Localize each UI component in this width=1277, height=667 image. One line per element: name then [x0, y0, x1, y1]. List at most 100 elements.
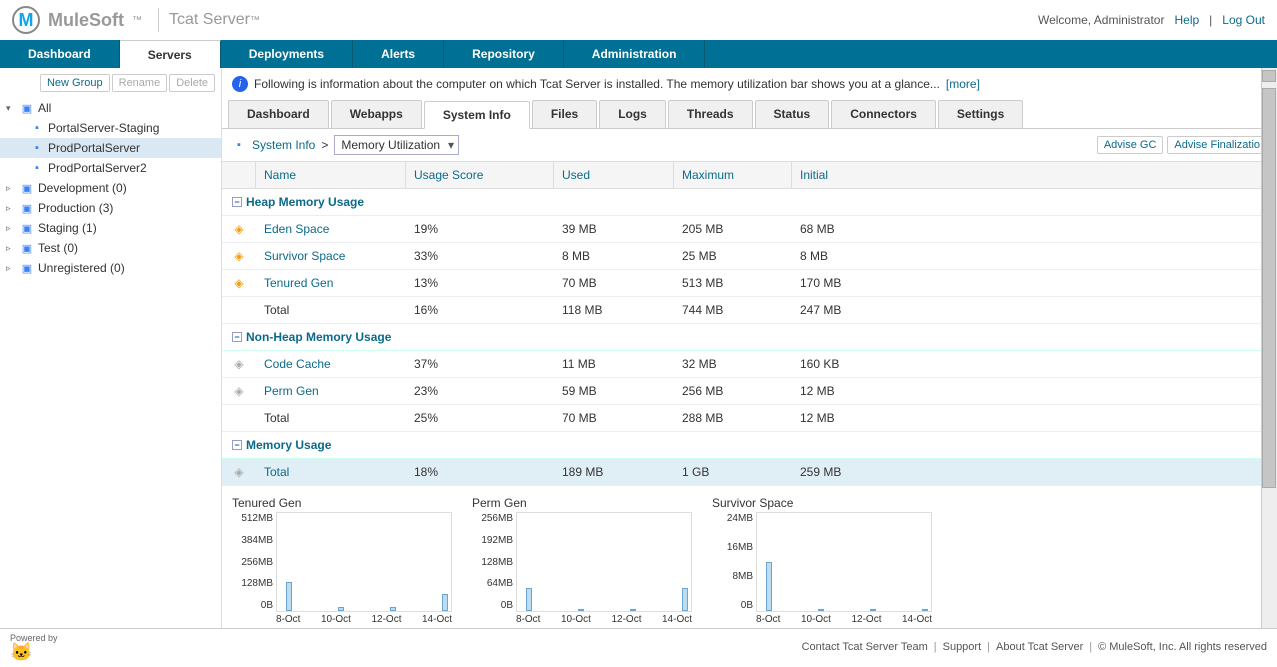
scrollbar[interactable]	[1261, 68, 1277, 628]
used-value: 39 MB	[554, 220, 674, 238]
subtab-threads[interactable]: Threads	[668, 100, 753, 128]
nav-administration[interactable]: Administration	[564, 40, 706, 68]
help-link[interactable]: Help	[1174, 13, 1199, 27]
subtab-settings[interactable]: Settings	[938, 100, 1023, 128]
more-link[interactable]: [more]	[946, 77, 980, 91]
expand-icon[interactable]: ▹	[6, 203, 16, 214]
group-icon: ▣	[20, 261, 34, 275]
delete-button[interactable]: Delete	[169, 74, 215, 92]
chart-bar	[286, 582, 292, 611]
used-value: 118 MB	[554, 301, 674, 319]
usage-value: 25%	[406, 409, 554, 427]
expand-icon[interactable]: ▹	[6, 243, 16, 254]
tree-group[interactable]: ▾▣All	[0, 98, 221, 118]
table-row: ◈ Eden Space 19% 39 MB 205 MB 68 MB	[222, 216, 1277, 243]
subtab-webapps[interactable]: Webapps	[331, 100, 422, 128]
section-header[interactable]: −Memory Usage	[222, 432, 1277, 459]
col-usage[interactable]: Usage Score	[406, 162, 554, 188]
collapse-icon[interactable]: −	[232, 332, 242, 342]
pool-name[interactable]: Tenured Gen	[256, 274, 406, 292]
section-header[interactable]: −Non-Heap Memory Usage	[222, 324, 1277, 351]
sysinfo-link[interactable]: System Info	[252, 138, 315, 152]
collapse-icon[interactable]: −	[232, 440, 242, 450]
y-axis-labels: 256MB192MB128MB64MB0B	[473, 513, 513, 611]
group-label: Production (3)	[38, 201, 113, 215]
tree-server[interactable]: ▪ProdPortalServer2	[0, 158, 221, 178]
init-value: 8 MB	[792, 247, 1277, 265]
nav-alerts[interactable]: Alerts	[353, 40, 444, 68]
subtab-connectors[interactable]: Connectors	[831, 100, 936, 128]
pool-name[interactable]: Total	[256, 463, 406, 481]
contact-link[interactable]: Contact Tcat Server Team	[802, 641, 928, 653]
y-axis-labels: 24MB16MB8MB0B	[713, 513, 753, 611]
memory-pool-icon: ◈	[234, 249, 243, 263]
nav-servers[interactable]: Servers	[120, 40, 221, 68]
logo: M MuleSoft ™ Tcat Server™	[12, 6, 260, 34]
max-value: 288 MB	[674, 409, 792, 427]
server-icon: ▪	[30, 121, 44, 135]
powered-by: Powered by 🐱	[10, 633, 58, 661]
subtab-system-info[interactable]: System Info	[424, 101, 530, 129]
pool-name[interactable]: Eden Space	[256, 220, 406, 238]
section-title: Memory Usage	[246, 438, 331, 452]
expand-icon[interactable]: ▹	[6, 183, 16, 194]
tree-group[interactable]: ▹▣Test (0)	[0, 238, 221, 258]
support-link[interactable]: Support	[943, 641, 982, 653]
chart-area: 256MB192MB128MB64MB0B	[516, 512, 692, 612]
subtab-status[interactable]: Status	[755, 100, 830, 128]
section-header[interactable]: −Heap Memory Usage	[222, 189, 1277, 216]
subtab-dashboard[interactable]: Dashboard	[228, 100, 329, 128]
pool-name[interactable]: Survivor Space	[256, 247, 406, 265]
subtab-logs[interactable]: Logs	[599, 100, 666, 128]
chart-bar	[390, 607, 396, 611]
pool-name[interactable]: Perm Gen	[256, 382, 406, 400]
col-init[interactable]: Initial	[792, 162, 1277, 188]
col-max[interactable]: Maximum	[674, 162, 792, 188]
breadcrumb-sep: >	[321, 138, 328, 152]
subtab-files[interactable]: Files	[532, 100, 597, 128]
expand-icon[interactable]: ▾	[6, 103, 16, 114]
pool-name[interactable]: Code Cache	[256, 355, 406, 373]
chart: Perm Gen 256MB192MB128MB64MB0B 8-Oct10-O…	[472, 496, 692, 625]
nav-dashboard[interactable]: Dashboard	[0, 40, 120, 68]
max-value: 205 MB	[674, 220, 792, 238]
logout-link[interactable]: Log Out	[1222, 13, 1265, 27]
advise-finalization-button[interactable]: Advise Finalizatio	[1167, 136, 1267, 154]
scroll-up-icon[interactable]	[1262, 70, 1276, 82]
nav-repository[interactable]: Repository	[444, 40, 564, 68]
tree-server[interactable]: ▪PortalServer-Staging	[0, 118, 221, 138]
tree-group[interactable]: ▹▣Staging (1)	[0, 218, 221, 238]
nav-deployments[interactable]: Deployments	[221, 40, 353, 68]
about-link[interactable]: About Tcat Server	[996, 641, 1083, 653]
info-bar: i Following is information about the com…	[222, 68, 1277, 100]
mulesoft-logo-icon: M	[12, 6, 40, 34]
tree-group[interactable]: ▹▣Unregistered (0)	[0, 258, 221, 278]
group-icon: ▣	[20, 181, 34, 195]
info-text: Following is information about the compu…	[254, 77, 940, 91]
new-group-button[interactable]: New Group	[40, 74, 110, 92]
memory-pool-icon: ◈	[234, 276, 243, 290]
init-value: 160 KB	[792, 355, 1277, 373]
chart-bar	[526, 588, 532, 611]
tree-server[interactable]: ▪ProdPortalServer	[0, 138, 221, 158]
chart-title: Survivor Space	[712, 496, 932, 510]
init-value: 259 MB	[792, 463, 1277, 481]
expand-icon[interactable]: ▹	[6, 223, 16, 234]
col-used[interactable]: Used	[554, 162, 674, 188]
expand-icon[interactable]: ▹	[6, 263, 16, 274]
section-title: Heap Memory Usage	[246, 195, 364, 209]
max-value: 25 MB	[674, 247, 792, 265]
col-name[interactable]: Name	[256, 162, 406, 188]
memory-select[interactable]: Memory Utilization	[334, 135, 459, 155]
max-value: 744 MB	[674, 301, 792, 319]
collapse-icon[interactable]: −	[232, 197, 242, 207]
group-label: Staging (1)	[38, 221, 97, 235]
tree-group[interactable]: ▹▣Production (3)	[0, 198, 221, 218]
tree-group[interactable]: ▹▣Development (0)	[0, 178, 221, 198]
usage-value: 13%	[406, 274, 554, 292]
scroll-thumb[interactable]	[1262, 88, 1276, 488]
usage-value: 16%	[406, 301, 554, 319]
rename-button[interactable]: Rename	[112, 74, 168, 92]
max-value: 1 GB	[674, 463, 792, 481]
advise-gc-button[interactable]: Advise GC	[1097, 136, 1164, 154]
